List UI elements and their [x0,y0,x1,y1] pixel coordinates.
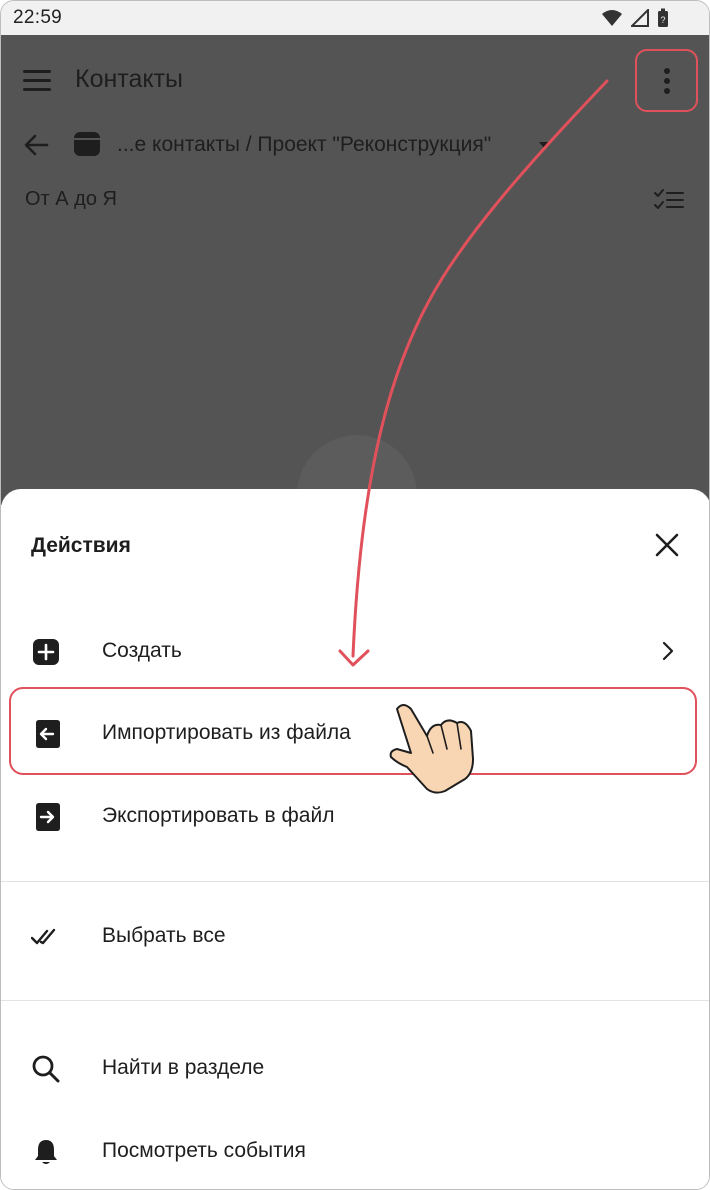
signal-icon [631,9,649,27]
phone-frame: 22:59 ? Контакты ...е контакты / Проект … [0,0,710,1190]
sheet-title: Действия [31,534,131,557]
chevron-right-icon [662,641,674,661]
highlight-frame [9,687,697,775]
dimmed-app-background: Контакты ...е контакты / Проект "Реконст… [1,35,709,555]
checklist-icon[interactable] [653,186,685,214]
svg-text:?: ? [660,15,665,25]
status-bar: 22:59 ? [1,1,709,35]
export-icon [36,803,60,831]
status-time: 22:59 [13,7,63,28]
menu-item-export[interactable]: Экспортировать в файл [1,784,709,848]
app-bar: Контакты [1,35,709,125]
dropdown-caret-icon[interactable] [539,142,549,148]
divider [1,881,709,882]
page-title: Контакты [75,65,183,93]
menu-item-create[interactable]: Создать [1,619,709,683]
search-icon [32,1055,60,1083]
menu-item-search[interactable]: Найти в разделе [1,1036,709,1100]
menu-item-select-all[interactable]: Выбрать все [1,904,709,968]
plus-square-icon [33,639,59,665]
double-check-icon [31,928,56,945]
menu-item-label: Найти в разделе [102,1056,265,1079]
more-vertical-icon [663,67,670,74]
menu-item-label: Выбрать все [102,924,226,947]
menu-item-label: Экспортировать в файл [102,804,335,827]
wifi-icon [602,10,622,26]
menu-item-events[interactable]: Посмотреть события [1,1119,709,1183]
actions-bottom-sheet: Действия Создать Импортировать из файла [1,489,709,1189]
divider [1,1000,709,1001]
menu-item-label: Создать [102,639,182,662]
menu-icon[interactable] [23,70,51,91]
back-arrow-icon[interactable] [23,133,49,157]
close-icon[interactable] [651,529,683,561]
more-options-button[interactable] [635,49,698,112]
bell-icon [35,1140,57,1164]
status-icons: ? [601,8,669,28]
breadcrumb: ...е контакты / Проект "Реконструкция" [1,127,709,167]
sort-label[interactable]: От А до Я [25,188,117,211]
breadcrumb-path[interactable]: ...е контакты / Проект "Реконструкция" [117,133,491,157]
sort-row: От А до Я [1,183,709,223]
menu-item-label: Посмотреть события [102,1139,306,1162]
folder-icon [74,132,100,156]
battery-icon: ? [658,8,668,27]
